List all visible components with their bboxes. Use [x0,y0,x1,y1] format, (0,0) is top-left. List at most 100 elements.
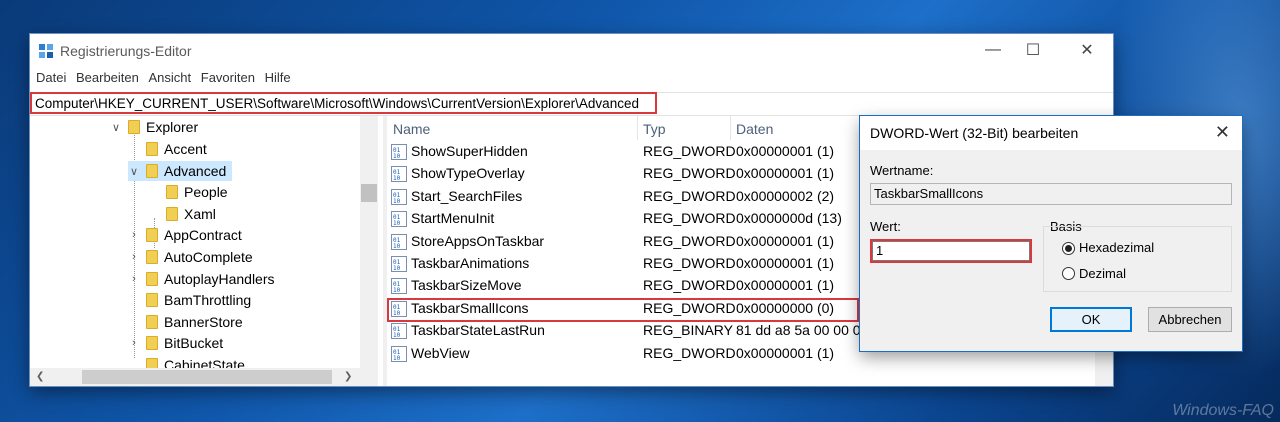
menu-bar: Datei Bearbeiten Ansicht Favoriten Hilfe [30,70,291,90]
folder-icon [146,164,158,178]
value-type: REG_DWORD [643,255,736,271]
tree-item-autoplayhandlers[interactable]: › AutoplayHandlers [128,269,274,289]
value-data: 0x00000001 (1) [736,165,835,182]
folder-icon [146,336,158,350]
tree-item-bannerstore[interactable]: BannerStore [128,312,243,332]
title-bar: Registrierungs-Editor — ☐ ✕ [30,34,1113,68]
dword-value-icon: 0110 [391,323,407,340]
menu-bearbeiten[interactable]: Bearbeiten [76,70,139,85]
window-title: Registrierungs-Editor [60,43,192,59]
svg-text:10: 10 [393,287,401,294]
svg-text:10: 10 [393,220,401,227]
value-type: REG_BINARY [643,322,733,339]
folder-icon [128,120,140,134]
tree-item-advanced[interactable]: ∨ Advanced [128,161,233,181]
tree-item-appcontract[interactable]: › AppContract [128,225,242,245]
folder-icon [146,315,158,329]
folder-icon [146,293,158,307]
value-name: ShowTypeOverlay [411,165,525,182]
svg-text:10: 10 [393,243,401,250]
base-group [1043,226,1232,292]
value-type: REG_DWORD [643,210,736,227]
dialog-title: DWORD-Wert (32-Bit) bearbeiten [870,125,1079,141]
tree-item-cabinetstate[interactable]: CabinetState [128,355,245,368]
dword-value-icon: 0110 [391,211,407,228]
value-data: 0x00000002 (2) [736,187,835,204]
column-divider[interactable] [637,116,638,140]
value-data: 0x00000001 (1) [736,255,835,271]
chevron-down-icon[interactable]: ∨ [128,165,140,178]
tree-hscroll-thumb[interactable] [82,370,332,384]
close-button[interactable]: ✕ [1064,34,1110,66]
tree-item-xaml[interactable]: Xaml [148,204,216,224]
tree-vertical-scrollbar[interactable] [360,116,378,368]
list-vertical-scrollbar[interactable] [1095,349,1113,386]
dword-value-icon: 0110 [391,233,407,250]
column-data[interactable]: Daten [736,121,773,137]
value-data: 0x00000001 (1) [736,277,835,294]
dec-radio[interactable] [1062,267,1075,280]
value-name-field[interactable]: TaskbarSmallIcons [870,183,1232,205]
value-type: REG_DWORD [643,187,736,204]
tree-item-accent[interactable]: Accent [128,139,207,159]
folder-icon [146,358,158,368]
value-input-highlight [870,239,1032,263]
column-name[interactable]: Name [393,121,430,137]
regedit-icon [39,44,53,58]
hex-label[interactable]: Hexadezimal [1079,240,1154,255]
value-data: 0x00000001 (1) [736,232,835,249]
value-type: REG_DWORD [643,165,736,182]
maximize-button[interactable]: ☐ [1010,34,1056,66]
value-type: REG_DWORD [643,232,736,249]
folder-icon [146,250,158,264]
scroll-left-icon[interactable]: ❮ [36,371,44,382]
chevron-right-icon[interactable]: › [128,229,140,241]
dword-value-icon: 0110 [391,188,407,205]
value-name: TaskbarSizeMove [411,277,522,294]
tree-item-explorer[interactable]: ∨ Explorer [110,117,198,137]
value-data: 0x0000000d (13) [736,210,842,227]
column-divider[interactable] [730,116,731,140]
value-type: REG_DWORD [643,277,736,294]
menu-hilfe[interactable]: Hilfe [265,70,291,85]
tree-item-autocomplete[interactable]: › AutoComplete [128,247,253,267]
chevron-right-icon[interactable]: › [128,273,140,285]
tree-scroll-thumb[interactable] [361,184,377,202]
value-name: TaskbarStateLastRun [411,322,545,339]
value-name: WebView [411,344,470,361]
folder-icon [146,142,158,156]
value-data: 0x00000001 (1) [736,143,835,159]
value-data: 81 dd a8 5a 00 00 0 [736,322,861,339]
dialog-close-button[interactable]: ✕ [1215,122,1230,143]
cancel-button[interactable]: Abbrechen [1148,307,1232,332]
chevron-right-icon[interactable]: › [128,337,140,349]
dword-value-icon: 0110 [391,278,407,295]
value-name: Start_SearchFiles [411,187,523,204]
key-tree: ∨ Explorer Accent ∨ Advanced People Xaml ›… [30,116,384,368]
chevron-down-icon[interactable]: ∨ [110,121,122,134]
tree-item-bamthrottling[interactable]: BamThrottling [128,290,251,310]
row-highlight [387,298,859,322]
hex-radio[interactable] [1062,242,1075,255]
svg-text:10: 10 [393,355,401,362]
chevron-right-icon[interactable]: › [128,251,140,263]
tree-item-bitbucket[interactable]: › BitBucket [128,333,223,353]
value-data: 0x00000001 (1) [736,344,835,361]
menu-ansicht[interactable]: Ansicht [149,70,192,85]
edit-dword-dialog: DWORD-Wert (32-Bit) bearbeiten ✕ Wertnam… [860,116,1242,351]
tree-item-people[interactable]: People [148,182,228,202]
folder-icon [146,272,158,286]
value-name-label: Wertname: [870,163,934,178]
scroll-right-icon[interactable]: ❯ [344,371,352,382]
address-highlight [30,92,657,114]
column-type[interactable]: Typ [643,121,666,137]
svg-text:10: 10 [393,265,401,272]
ok-button[interactable]: OK [1050,307,1132,332]
value-name: StoreAppsOnTaskbar [411,232,545,249]
folder-icon [166,207,178,221]
menu-favoriten[interactable]: Favoriten [201,70,255,85]
menu-datei[interactable]: Datei [36,70,66,85]
dec-label[interactable]: Dezimal [1079,266,1126,281]
svg-text:10: 10 [393,153,401,160]
dword-value-icon: 0110 [391,144,407,160]
